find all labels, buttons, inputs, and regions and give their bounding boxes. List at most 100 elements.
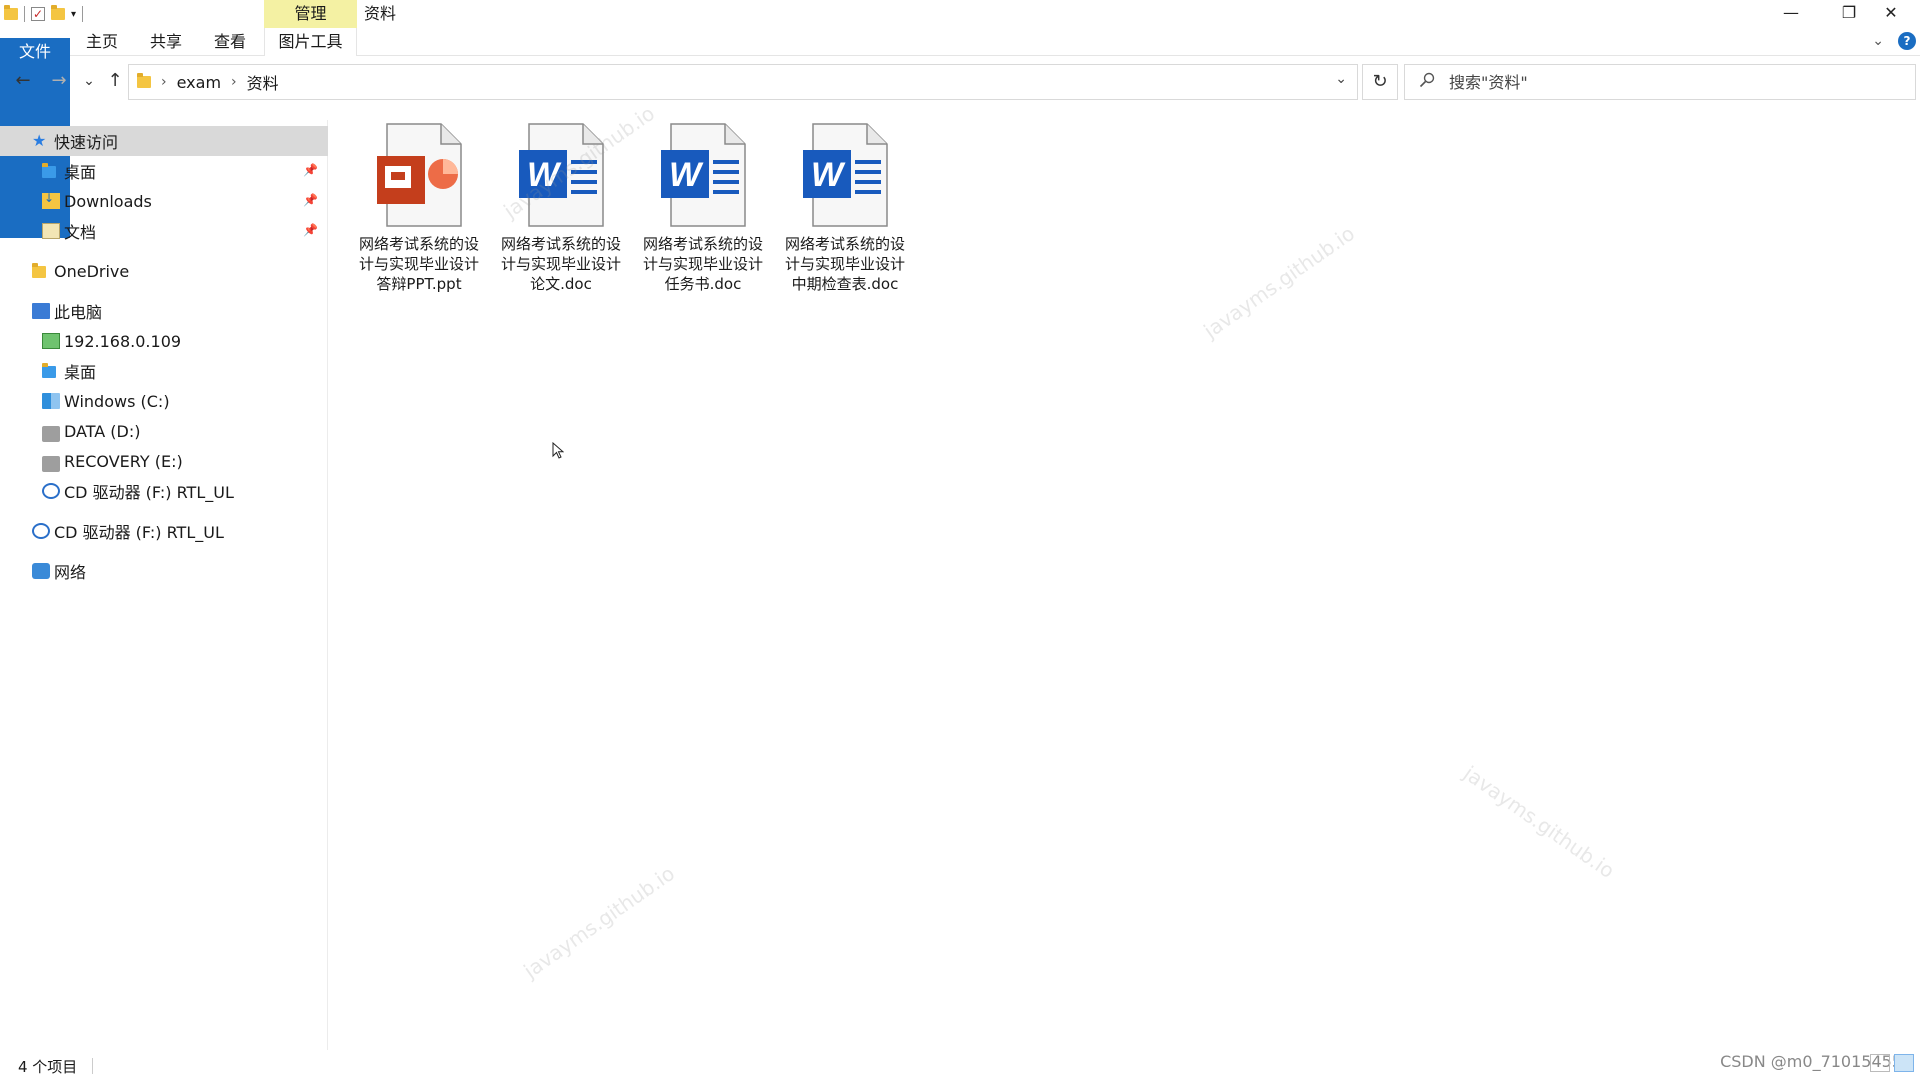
pin-icon[interactable]: 📌 — [303, 223, 318, 237]
title-bar: ✓ ▾ 管理 资料 — ❐ ✕ — [0, 0, 1920, 28]
watermark: javayms.github.io — [519, 861, 680, 983]
drive-icon — [42, 426, 60, 442]
nav-label: CD 驱动器 (F:) RTL_UL — [64, 483, 234, 502]
nav-label: DATA (D:) — [64, 421, 141, 441]
tab-share[interactable]: 共享 — [140, 28, 192, 56]
help-icon[interactable]: ? — [1898, 32, 1916, 50]
nav-label: 桌面 — [64, 363, 97, 382]
nav-label: 网络 — [54, 563, 87, 582]
watermark: javayms.github.io — [1459, 761, 1620, 883]
svg-text:W: W — [669, 156, 704, 194]
manage-context-tab[interactable]: 管理 — [264, 0, 357, 28]
word-file-icon: W — [661, 123, 746, 227]
nav-drive-e[interactable]: RECOVERY (E:) — [0, 446, 328, 476]
address-bar[interactable]: › exam › 资料 ⌄ — [128, 64, 1358, 100]
file-name: 网络考试系统的设计与实现毕业设计答辩PPT.ppt — [358, 235, 479, 293]
window-title: 资料 — [364, 4, 397, 23]
quick-access-toolbar: ✓ ▾ — [4, 4, 84, 24]
address-dropdown-icon[interactable]: ⌄ — [1335, 71, 1347, 87]
back-button[interactable]: ← — [12, 70, 34, 92]
folder-icon — [42, 363, 56, 378]
folder-icon — [32, 263, 46, 278]
divider — [24, 6, 25, 22]
chevron-right-icon[interactable]: › — [231, 74, 237, 90]
nav-desktop[interactable]: 桌面 — [0, 356, 328, 386]
nav-documents[interactable]: 文档 📌 — [0, 216, 328, 246]
svg-text:W: W — [811, 156, 846, 194]
powerpoint-file-icon — [377, 123, 462, 227]
search-input[interactable] — [1449, 67, 1899, 97]
file-item[interactable]: W 网络考试系统的设计与实现毕业设计中期检查表.doc — [780, 120, 910, 320]
new-folder-icon[interactable] — [51, 5, 65, 20]
nav-quick-access[interactable]: ★ 快速访问 — [0, 126, 328, 156]
nav-network[interactable]: 网络 — [0, 556, 328, 586]
nav-label: 192.168.0.109 — [64, 331, 182, 351]
expand-ribbon-icon[interactable]: ⌄ — [1872, 33, 1884, 49]
search-icon — [1419, 72, 1435, 88]
svg-text:W: W — [527, 156, 562, 194]
nav-label: 桌面 — [64, 163, 97, 182]
file-list: 网络考试系统的设计与实现毕业设计答辩PPT.ppt W 网络考试系统的设计与实现… — [330, 101, 1916, 1050]
customize-qat-icon[interactable]: ▾ — [71, 9, 76, 20]
minimize-button[interactable]: — — [1762, 0, 1820, 28]
tab-home[interactable]: 主页 — [76, 28, 128, 56]
properties-icon[interactable]: ✓ — [31, 7, 45, 21]
divider — [92, 1058, 93, 1074]
status-bar: 4 个项目 — [0, 1052, 1920, 1080]
large-icons-view-icon[interactable] — [1894, 1054, 1914, 1072]
details-view-icon[interactable] — [1870, 1054, 1890, 1072]
explorer-window: ✓ ▾ 管理 资料 — ❐ ✕ 文件 主页 共享 查看 图片工具 ⌄ ? ← →… — [0, 0, 1920, 1080]
windows-drive-icon — [42, 393, 60, 409]
ribbon-tabs: 文件 主页 共享 查看 图片工具 ⌄ ? — [0, 28, 1920, 238]
pin-icon[interactable]: 📌 — [303, 193, 318, 207]
nav-label: 快速访问 — [54, 133, 119, 152]
ribbon-controls: ⌄ ? — [1872, 32, 1916, 50]
watermark: javayms.github.io — [1199, 221, 1360, 343]
nav-label: Windows (C:) — [64, 391, 170, 411]
nav-label: RECOVERY (E:) — [64, 451, 183, 471]
file-item[interactable]: 网络考试系统的设计与实现毕业设计答辩PPT.ppt — [354, 120, 484, 320]
file-name: 网络考试系统的设计与实现毕业设计中期检查表.doc — [784, 235, 905, 293]
forward-button[interactable]: → — [48, 70, 70, 92]
tab-view[interactable]: 查看 — [204, 28, 256, 56]
tab-picture-tools[interactable]: 图片工具 — [264, 28, 357, 56]
recent-locations-button[interactable]: ⌄ — [78, 70, 100, 92]
close-button[interactable]: ✕ — [1862, 0, 1920, 28]
nav-network-drive[interactable]: 192.168.0.109 — [0, 326, 328, 356]
nav-cd-drive[interactable]: CD 驱动器 (F:) RTL_UL — [0, 476, 328, 506]
drive-icon — [42, 456, 60, 472]
mouse-cursor-icon — [552, 442, 564, 459]
breadcrumb-current[interactable]: 资料 — [247, 70, 279, 94]
network-icon — [32, 563, 50, 579]
nav-drive-c[interactable]: Windows (C:) — [0, 386, 328, 416]
nav-desktop-pinned[interactable]: 桌面 📌 — [0, 156, 328, 186]
nav-cd-drive-root[interactable]: CD 驱动器 (F:) RTL_UL — [0, 516, 328, 546]
navigation-row: ← → ⌄ ↑ › exam › 资料 ⌄ ↻ — [0, 62, 1920, 102]
folder-icon — [4, 5, 18, 20]
breadcrumb-exam[interactable]: exam — [177, 73, 221, 92]
pin-icon[interactable]: 📌 — [303, 163, 318, 177]
search-box[interactable] — [1404, 64, 1916, 100]
nav-label: 文档 — [64, 223, 97, 242]
nav-label: Downloads — [64, 191, 152, 211]
file-item[interactable]: W 网络考试系统的设计与实现毕业设计任务书.doc — [638, 120, 768, 320]
cd-icon — [32, 523, 50, 539]
nav-label: 此电脑 — [54, 303, 103, 322]
cd-icon — [42, 483, 60, 499]
navigation-pane: ★ 快速访问 桌面 📌 Downloads 📌 文档 📌 OneDrive 此电… — [0, 120, 328, 1050]
file-name: 网络考试系统的设计与实现毕业设计论文.doc — [500, 235, 621, 293]
chevron-right-icon[interactable]: › — [161, 74, 167, 90]
pc-icon — [32, 303, 50, 319]
file-name: 网络考试系统的设计与实现毕业设计任务书.doc — [642, 235, 763, 293]
file-item[interactable]: W 网络考试系统的设计与实现毕业设计论文.doc — [496, 120, 626, 320]
nav-downloads[interactable]: Downloads 📌 — [0, 186, 328, 216]
nav-onedrive[interactable]: OneDrive — [0, 256, 328, 286]
nav-drive-d[interactable]: DATA (D:) — [0, 416, 328, 446]
documents-icon — [42, 223, 60, 239]
word-file-icon: W — [519, 123, 604, 227]
up-button[interactable]: ↑ — [104, 70, 126, 92]
nav-label: CD 驱动器 (F:) RTL_UL — [54, 523, 224, 542]
downloads-icon — [42, 191, 60, 209]
refresh-button[interactable]: ↻ — [1362, 64, 1398, 100]
nav-this-pc[interactable]: 此电脑 — [0, 296, 328, 326]
